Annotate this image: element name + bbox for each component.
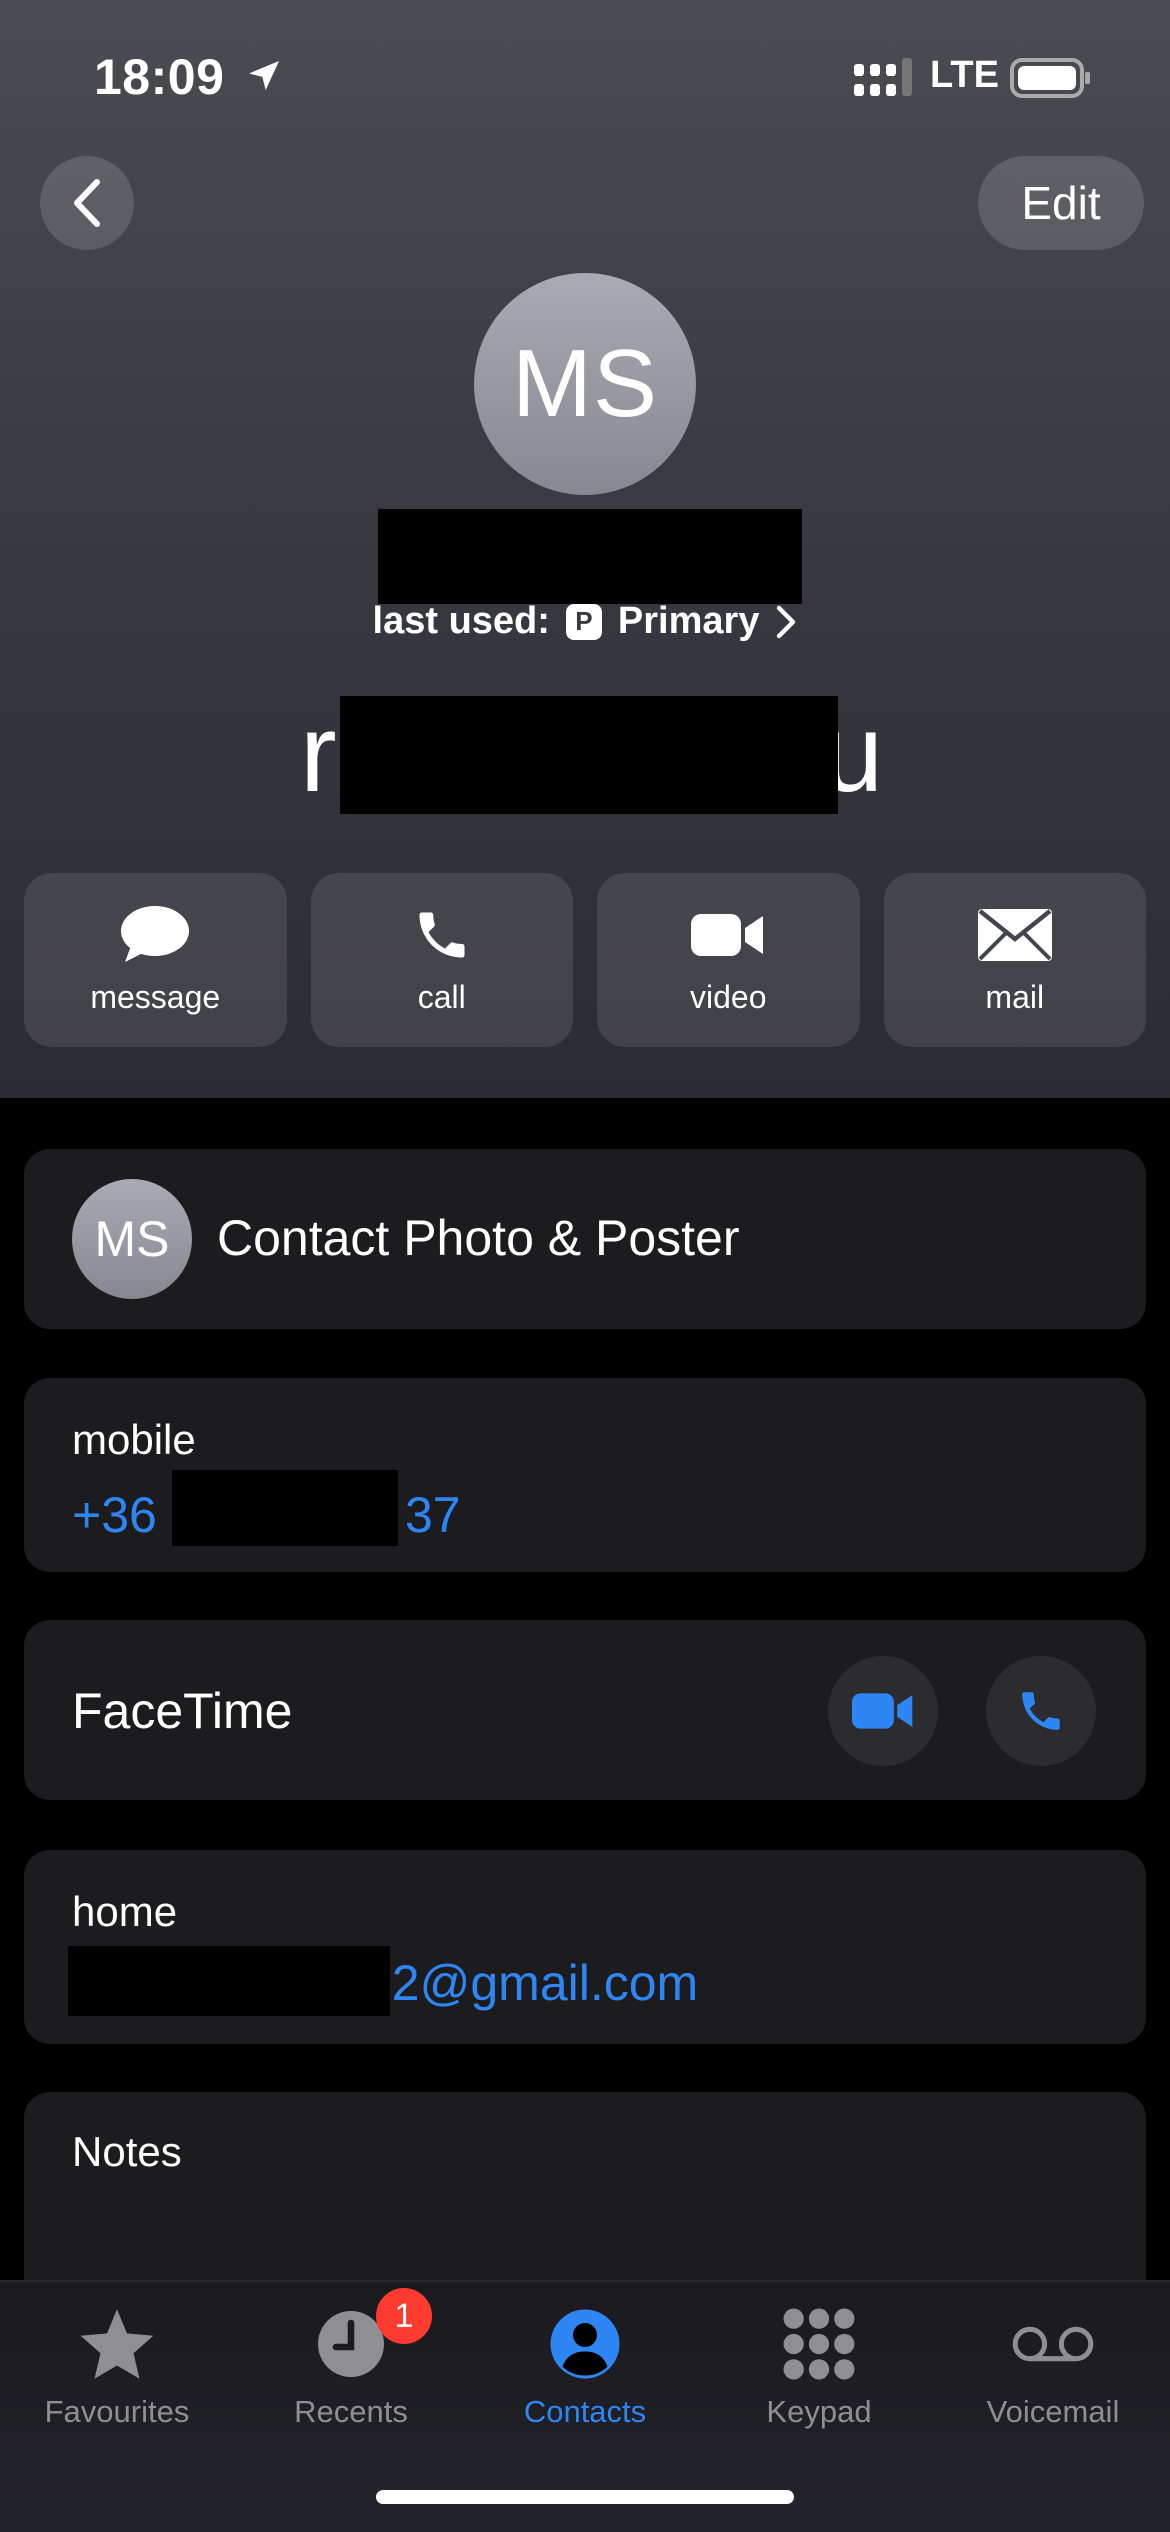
tab-recents-label: Recents (294, 2394, 408, 2429)
contact-photo-poster-row[interactable]: MS Contact Photo & Poster (24, 1149, 1146, 1329)
tab-favourites[interactable]: Favourites (0, 2282, 234, 2462)
tab-favourites-label: Favourites (44, 2394, 190, 2429)
mail-label: mail (985, 979, 1045, 1015)
message-label: message (90, 979, 221, 1015)
contact-avatar-small: MS (72, 1179, 192, 1299)
network-type: LTE (930, 54, 999, 96)
tab-contacts-label: Contacts (523, 2394, 647, 2429)
keypad-icon (777, 2302, 861, 2386)
video-camera-icon (691, 905, 765, 965)
line-badge: P (565, 603, 602, 640)
redacted-block (378, 509, 802, 604)
edit-button[interactable]: Edit (978, 156, 1144, 250)
facetime-label: FaceTime (72, 1683, 293, 1739)
contact-name-start: r (300, 692, 337, 815)
tab-voicemail[interactable]: Voicemail (936, 2282, 1170, 2462)
star-icon (75, 2302, 159, 2386)
mobile-number-row[interactable]: mobile +36 37 (24, 1378, 1146, 1572)
notes-label: Notes (72, 2128, 182, 2175)
redacted-block (340, 696, 838, 814)
tab-contacts[interactable]: Contacts (468, 2282, 702, 2462)
home-indicator[interactable] (376, 2490, 794, 2504)
video-camera-icon (852, 1693, 913, 1729)
email-label: home (72, 1888, 178, 1935)
contact-header: 18:09 LTE Edit MS last used: P Primary r… (0, 0, 1170, 1098)
status-bar: 18:09 LTE (0, 0, 1170, 150)
chevron-left-icon (74, 179, 100, 227)
last-used-line[interactable]: last used: P Primary (0, 600, 1170, 643)
quick-actions: message call video mail (24, 873, 1146, 1047)
mobile-number-prefix[interactable]: +36 (72, 1486, 157, 1544)
voicemail-icon (1011, 2302, 1095, 2386)
facetime-row: FaceTime (24, 1620, 1146, 1800)
video-label: video (690, 979, 767, 1015)
message-bubble-icon (118, 905, 192, 965)
tab-recents[interactable]: Recents (234, 2282, 468, 2462)
last-used-label: last used: (372, 600, 550, 642)
video-button[interactable]: video (597, 873, 860, 1047)
facetime-audio-button[interactable] (986, 1656, 1096, 1766)
recents-badge: 1 (376, 2288, 432, 2344)
call-label: call (417, 979, 466, 1015)
chevron-right-icon (777, 605, 796, 638)
redacted-block (172, 1470, 398, 1546)
email-row[interactable]: home 02@gmail.com (24, 1850, 1146, 2044)
status-time: 18:09 (94, 49, 225, 105)
facetime-video-button[interactable] (828, 1656, 938, 1766)
contact-avatar[interactable]: MS (474, 273, 696, 495)
email-value[interactable]: 02@gmail.com (364, 1954, 698, 2012)
tab-keypad[interactable]: Keypad (702, 2282, 936, 2462)
tab-keypad-label: Keypad (766, 2394, 872, 2429)
mail-button[interactable]: mail (883, 873, 1146, 1047)
tab-voicemail-label: Voicemail (986, 2394, 1120, 2429)
location-arrow-icon (249, 61, 279, 91)
call-button[interactable]: call (310, 873, 573, 1047)
contact-photo-poster-label: Contact Photo & Poster (217, 1210, 740, 1266)
phone-icon (1022, 1692, 1060, 1730)
message-button[interactable]: message (24, 873, 287, 1047)
envelope-icon (977, 905, 1052, 965)
mobile-label: mobile (72, 1416, 196, 1463)
person-circle-icon (543, 2302, 627, 2386)
back-button[interactable] (40, 156, 134, 250)
battery-icon (1010, 58, 1090, 98)
phone-icon (405, 905, 479, 965)
mobile-number-suffix[interactable]: 37 (405, 1486, 461, 1544)
signal-bars-icon (854, 58, 912, 96)
redacted-block (68, 1946, 390, 2016)
last-used-value: Primary (617, 600, 760, 642)
